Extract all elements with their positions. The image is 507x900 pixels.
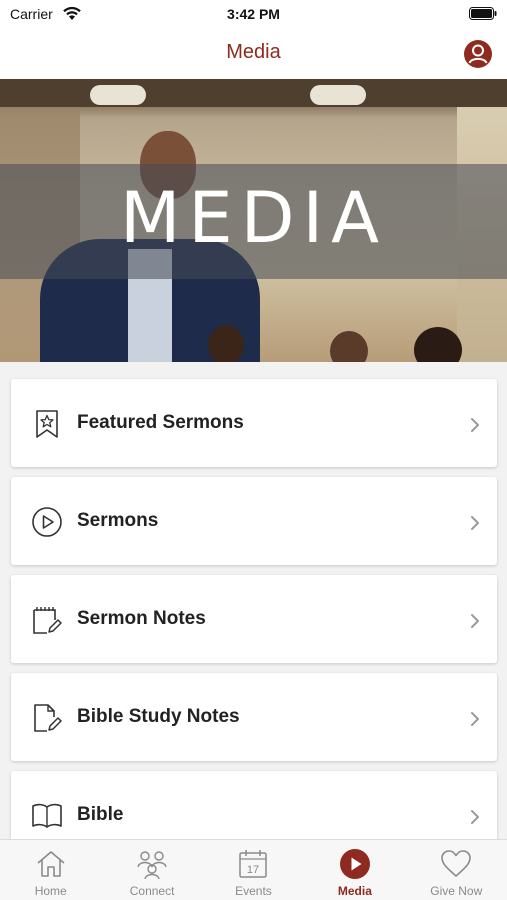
profile-icon[interactable] — [463, 39, 493, 69]
menu-item-featured-sermons[interactable]: Featured Sermons — [11, 379, 497, 467]
hero-photo-audience — [330, 331, 368, 362]
tab-home[interactable]: Home — [0, 840, 101, 900]
hero-photo-light — [310, 85, 366, 105]
tab-label: Connect — [129, 884, 175, 898]
open-book-icon — [32, 803, 62, 828]
chevron-right-icon — [471, 614, 479, 628]
tab-media[interactable]: Media — [304, 840, 405, 900]
play-circle-filled-icon — [339, 849, 370, 879]
hero-banner: MEDIA — [0, 79, 507, 362]
star-bookmark-icon — [36, 410, 58, 438]
hero-photo-audience — [414, 327, 462, 362]
status-bar: Carrier 3:42 PM — [0, 0, 507, 30]
status-time: 3:42 PM — [227, 6, 280, 22]
home-icon — [37, 851, 65, 877]
menu-item-label: Featured Sermons — [77, 412, 244, 433]
menu-item-label: Sermons — [77, 510, 159, 531]
tab-label: Media — [337, 884, 372, 898]
tab-events[interactable]: 17 Events — [203, 840, 304, 900]
menu-item-sermon-notes[interactable]: Sermon Notes — [11, 575, 497, 663]
play-circle-icon — [32, 507, 62, 537]
menu-item-sermons[interactable]: Sermons — [11, 477, 497, 565]
menu-item-label: Sermon Notes — [77, 608, 206, 629]
chevron-right-icon — [471, 712, 479, 726]
tab-connect[interactable]: Connect — [101, 840, 202, 900]
hero-photo-audience — [208, 325, 244, 362]
tab-label: Home — [34, 884, 67, 898]
tab-label: Events — [235, 884, 272, 898]
hero-photo-ceiling — [0, 79, 507, 107]
document-pencil-icon — [34, 704, 62, 732]
chevron-right-icon — [471, 810, 479, 824]
notepad-pencil-icon — [33, 607, 62, 634]
hero-title: MEDIA — [119, 177, 388, 259]
chevron-right-icon — [471, 418, 479, 432]
battery-icon — [469, 7, 497, 20]
page-title: Media — [226, 41, 281, 63]
tab-bar: Home Connect 17 Events Media Give Now — [0, 839, 507, 900]
calendar-icon: 17 — [239, 850, 268, 878]
tab-label: Give Now — [430, 884, 483, 898]
tab-give-now[interactable]: Give Now — [406, 840, 507, 900]
navigation-bar: Media — [0, 30, 507, 79]
menu-item-label: Bible — [77, 804, 124, 825]
heart-icon — [441, 850, 472, 877]
hero-photo-light — [90, 85, 146, 105]
chevron-right-icon — [471, 516, 479, 530]
people-icon — [137, 851, 167, 880]
menu-item-bible-study-notes[interactable]: Bible Study Notes — [11, 673, 497, 761]
calendar-day-text: 17 — [247, 864, 259, 876]
menu-item-label: Bible Study Notes — [77, 706, 240, 727]
media-menu-list: Featured Sermons Sermons Sermon Notes Bi… — [11, 379, 497, 869]
